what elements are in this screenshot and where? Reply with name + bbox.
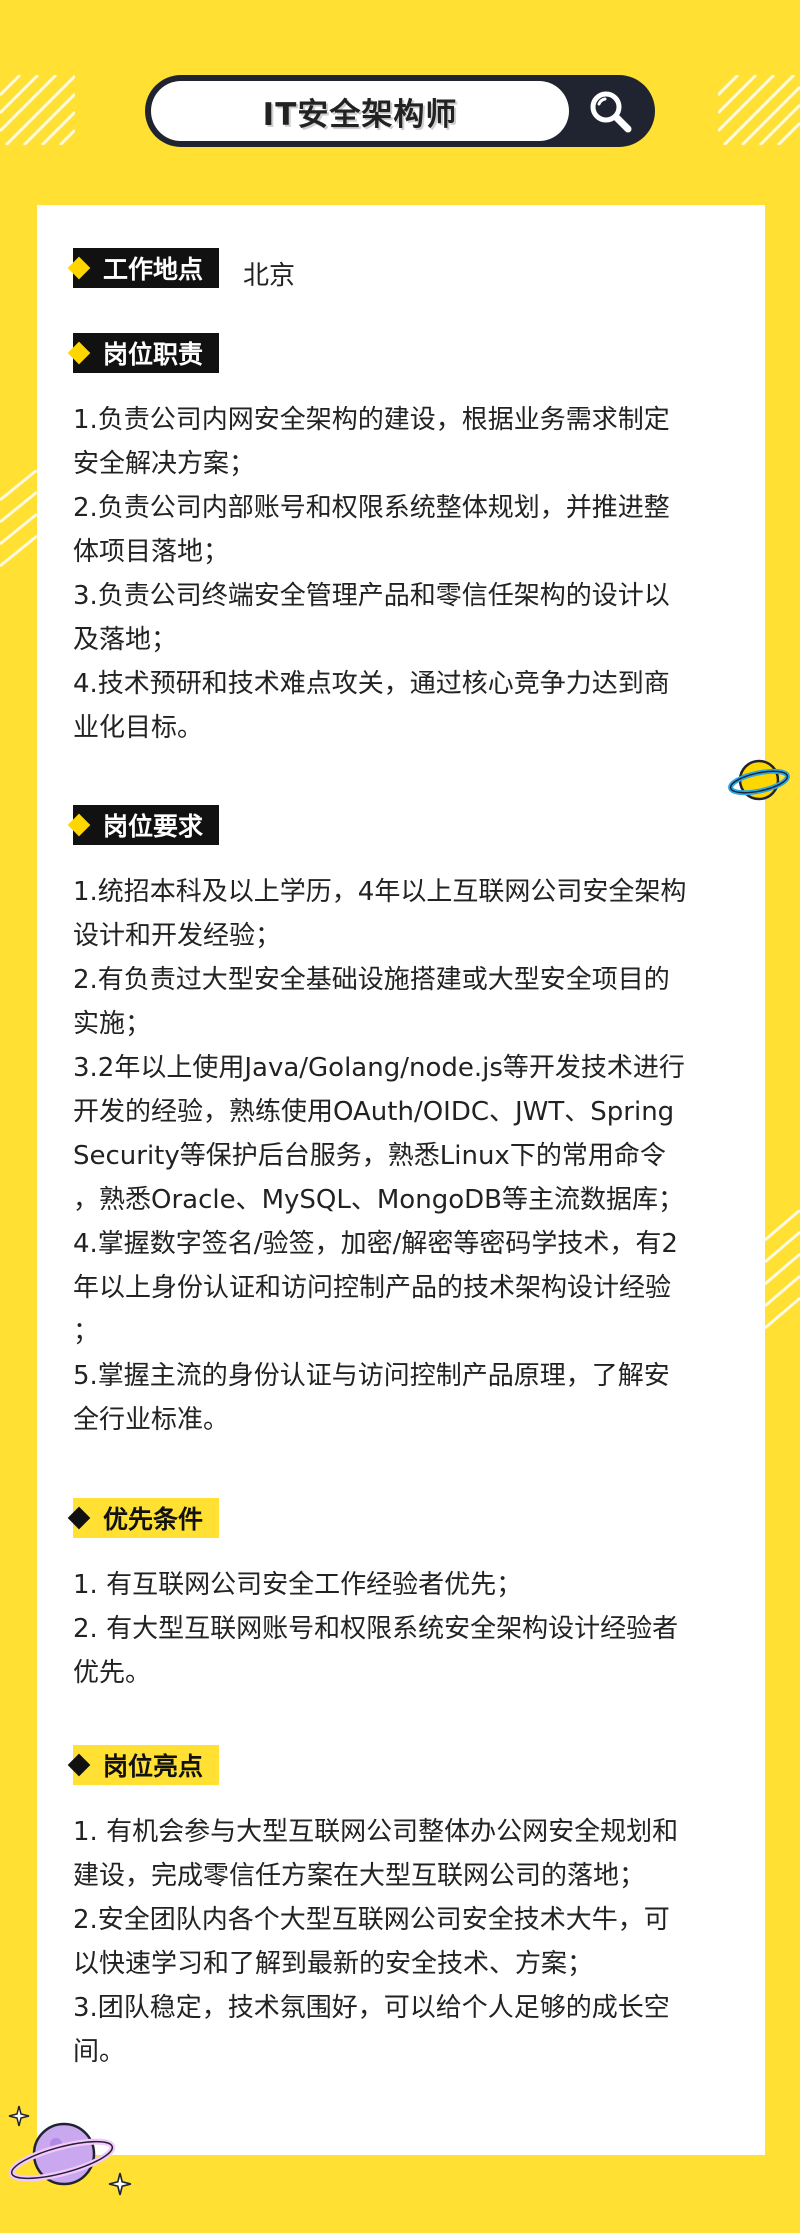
page: { "header": { "title": "IT安全架构师" }, "loc… xyxy=(0,0,800,2233)
requirements-tag: 岗位要求 xyxy=(67,805,220,845)
sparkle-icon xyxy=(8,2105,30,2127)
stripe-decoration-top-right xyxy=(718,75,800,145)
responsibilities-text: 1.负责公司内网安全架构的建设，根据业务需求制定 安全解决方案； 2.负责公司内… xyxy=(73,405,670,743)
highlights-section: 岗位亮点 1. 有机会参与大型互联网公司整体办公网安全规划和 建设，完成零信任方… xyxy=(67,1745,733,2074)
diamond-icon xyxy=(67,813,91,837)
planet-icon xyxy=(728,759,790,801)
preferred-tag: 优先条件 xyxy=(67,1498,220,1538)
responsibilities-label: 岗位职责 xyxy=(103,340,204,369)
preferred-text: 1. 有互联网公司安全工作经验者优先； 2. 有大型互联网账号和权限系统安全架构… xyxy=(73,1570,679,1688)
diamond-icon xyxy=(67,256,91,280)
highlights-tag: 岗位亮点 xyxy=(67,1745,220,1785)
header-title-pill: IT安全架构师 xyxy=(151,81,569,141)
diamond-icon xyxy=(67,1506,91,1530)
stripe-decoration-top-left xyxy=(0,75,75,145)
preferred-section: 优先条件 1. 有互联网公司安全工作经验者优先； 2. 有大型互联网账号和权限系… xyxy=(67,1498,733,1695)
header-search-bar: IT安全架构师 xyxy=(145,75,655,147)
responsibilities-section: 岗位职责 1.负责公司内网安全架构的建设，根据业务需求制定 安全解决方案； 2.… xyxy=(67,333,733,750)
stripe-decoration-right xyxy=(765,1210,800,1330)
diamond-icon xyxy=(67,341,91,365)
responsibilities-tag: 岗位职责 xyxy=(67,333,220,373)
highlights-label: 岗位亮点 xyxy=(103,1752,204,1781)
stripe-decoration-left xyxy=(0,470,37,568)
requirements-label: 岗位要求 xyxy=(103,812,204,841)
location-section: 工作地点 北京 xyxy=(67,248,733,292)
search-icon xyxy=(590,91,632,133)
diamond-icon xyxy=(67,1753,91,1777)
job-card: 工作地点 北京 岗位职责 1.负责公司内网安全架构的建设，根据业务需求制定 安全解… xyxy=(37,205,765,2155)
preferred-label: 优先条件 xyxy=(103,1505,204,1534)
requirements-section: 岗位要求 1.统招本科及以上学历，4年以上互联网公司安全架构 设计和开发经验； … xyxy=(67,805,733,1442)
sparkle-icon xyxy=(108,2172,132,2196)
location-value: 北京 xyxy=(243,261,296,291)
requirements-text: 1.统招本科及以上学历，4年以上互联网公司安全架构 设计和开发经验； 2.有负责… xyxy=(73,877,687,1435)
highlights-text: 1. 有机会参与大型互联网公司整体办公网安全规划和 建设，完成零信任方案在大型互… xyxy=(73,1817,679,2067)
location-label: 工作地点 xyxy=(103,255,204,284)
page-title: IT安全架构师 xyxy=(262,96,458,133)
location-tag: 工作地点 xyxy=(67,248,220,288)
